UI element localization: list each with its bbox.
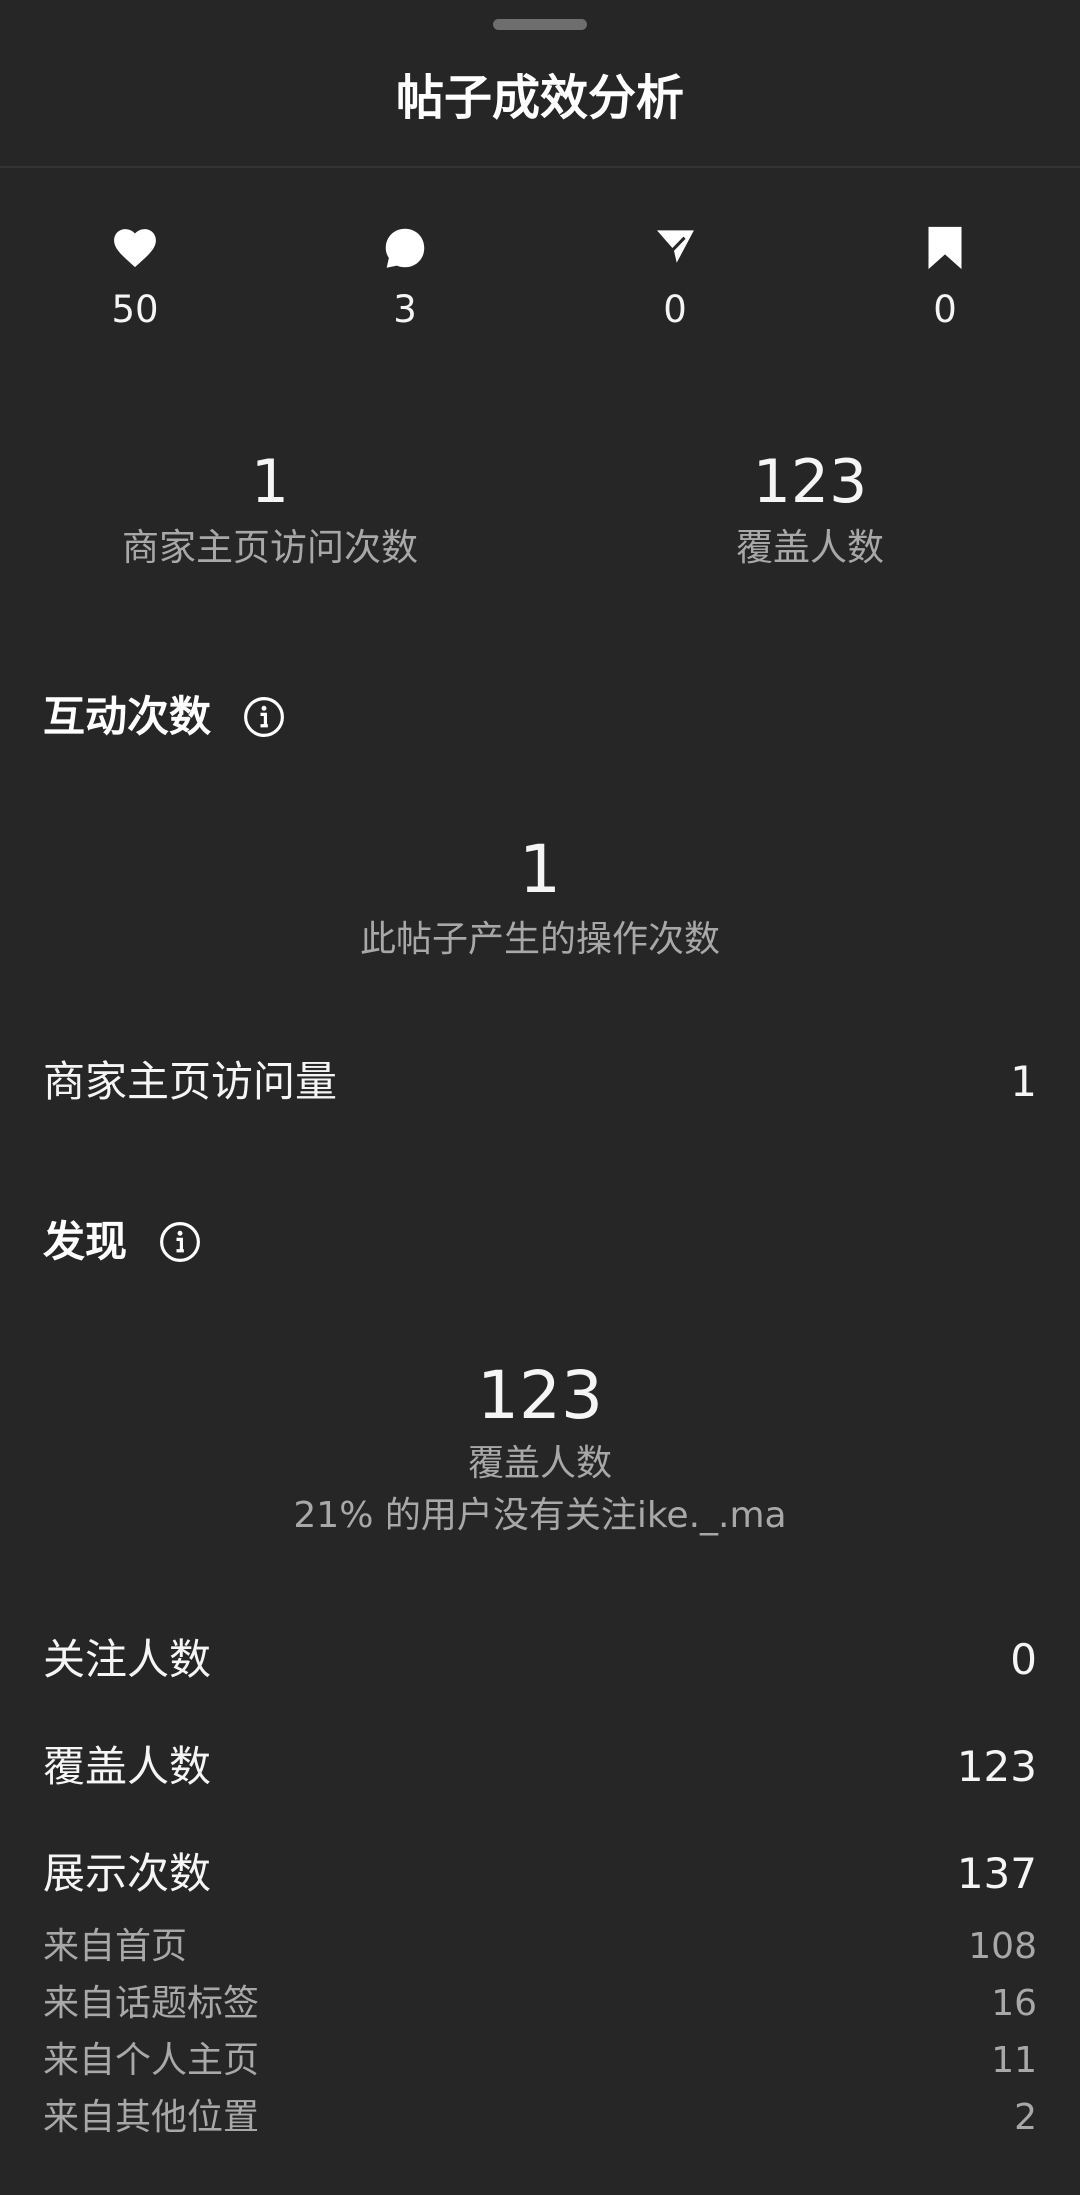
discovery-note: 21% 的用户没有关注ike._.ma <box>293 1495 787 1536</box>
source-value: 11 <box>991 2040 1037 2081</box>
source-label: 来自个人主页 <box>43 2040 260 2081</box>
row-label: 覆盖人数 <box>43 1742 212 1791</box>
source-label: 来自首页 <box>43 1926 188 1967</box>
profile-visits-label: 商家主页访问次数 <box>122 526 418 569</box>
reach-label: 覆盖人数 <box>736 526 884 569</box>
row-value: 1 <box>1010 1057 1037 1106</box>
row-label: 展示次数 <box>43 1849 212 1898</box>
discovery-value: 123 <box>477 1357 603 1434</box>
interactions-section-title: 互动次数 <box>43 690 285 744</box>
engagement-stats: 50 3 0 0 <box>0 222 1080 342</box>
interactions-summary: 1 此帖子产生的操作次数 <box>0 830 1080 966</box>
interactions-value: 1 <box>519 831 561 908</box>
interactions-title: 互动次数 <box>43 692 212 741</box>
impression-source-row: 来自其他位置 2 <box>43 2094 1037 2142</box>
source-value: 108 <box>968 1926 1037 1967</box>
comment-icon <box>305 222 505 274</box>
summary-metrics: 1 商家主页访问次数 123 覆盖人数 <box>0 446 1080 586</box>
source-label: 来自话题标签 <box>43 1983 260 2024</box>
info-icon[interactable] <box>159 1221 201 1263</box>
row-value: 137 <box>956 1849 1037 1898</box>
source-value: 2 <box>1014 2097 1037 2138</box>
impression-source-row: 来自个人主页 11 <box>43 2037 1037 2085</box>
impression-source-row: 来自话题标签 16 <box>43 1980 1037 2028</box>
discovery-summary: 123 覆盖人数 21% 的用户没有关注ike._.ma <box>0 1356 1080 1542</box>
info-icon[interactable] <box>243 696 285 738</box>
saves-count: 0 <box>933 288 957 331</box>
row-value: 123 <box>956 1742 1037 1791</box>
reach-metric: 123 覆盖人数 <box>560 446 1060 572</box>
followers-row: 关注人数 0 <box>43 1632 1037 1688</box>
profile-visits-metric: 1 商家主页访问次数 <box>20 446 520 572</box>
impressions-row: 展示次数 137 <box>43 1846 1037 1902</box>
header: 帖子成效分析 <box>0 0 1080 168</box>
stat-likes: 50 <box>35 222 235 332</box>
row-label: 商家主页访问量 <box>43 1057 338 1106</box>
source-value: 16 <box>991 1983 1037 2024</box>
discovery-section-title: 发现 <box>43 1215 201 1269</box>
row-label: 关注人数 <box>43 1635 212 1684</box>
reach-value: 123 <box>752 447 868 517</box>
insights-sheet: 帖子成效分析 50 3 0 0 1 商家主页访问次数 123 覆盖人数 互动次数… <box>0 0 1080 2195</box>
source-label: 来自其他位置 <box>43 2097 260 2138</box>
page-title: 帖子成效分析 <box>395 70 684 126</box>
stat-saves: 0 <box>845 222 1045 332</box>
discovery-title: 发现 <box>43 1217 128 1266</box>
profile-visits-row: 商家主页访问量 1 <box>43 1054 1037 1110</box>
stat-shares: 0 <box>575 222 775 332</box>
interactions-label: 此帖子产生的操作次数 <box>359 919 720 960</box>
comments-count: 3 <box>393 288 417 331</box>
heart-icon <box>35 222 235 274</box>
share-icon <box>575 222 775 274</box>
reach-row: 覆盖人数 123 <box>43 1739 1037 1795</box>
profile-visits-value: 1 <box>250 447 290 517</box>
shares-count: 0 <box>663 288 687 331</box>
stat-comments: 3 <box>305 222 505 332</box>
impression-source-row: 来自首页 108 <box>43 1923 1037 1971</box>
discovery-label: 覆盖人数 <box>467 1443 612 1484</box>
row-value: 0 <box>1010 1635 1037 1684</box>
bookmark-icon <box>845 222 1045 274</box>
likes-count: 50 <box>111 288 159 331</box>
